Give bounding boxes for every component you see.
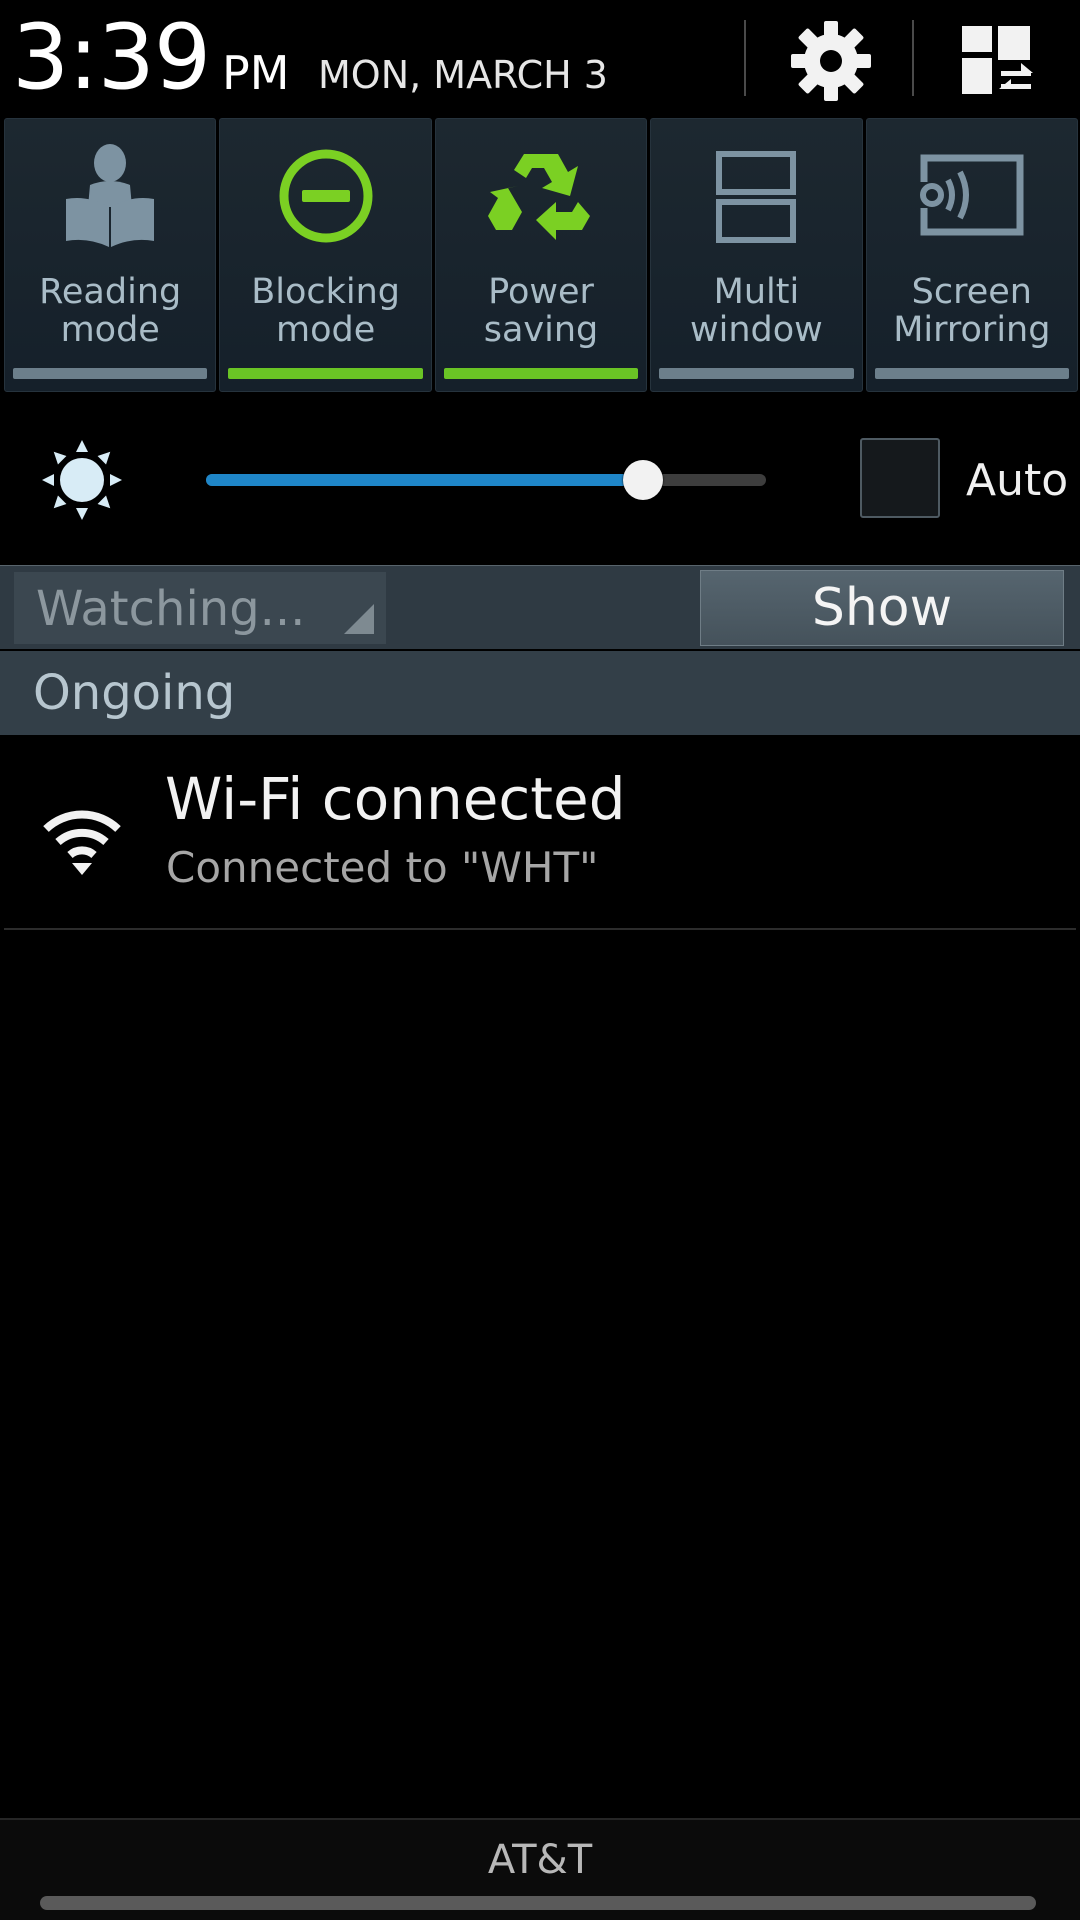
blocking-icon bbox=[279, 149, 373, 243]
slider-fill bbox=[206, 474, 643, 486]
toggle-label: Power saving bbox=[483, 272, 599, 350]
notification-subtitle: Connected to "WHT" bbox=[166, 843, 599, 892]
watching-dropdown-text: Watching... bbox=[36, 581, 306, 637]
dropdown-corner-icon bbox=[344, 604, 374, 634]
screen-mirroring-icon bbox=[919, 154, 1024, 236]
settings-button[interactable] bbox=[786, 16, 876, 106]
divider bbox=[4, 928, 1076, 930]
quick-settings-toggles: Reading mode Blocking mode Power saving bbox=[4, 118, 1079, 392]
toggle-indicator bbox=[443, 368, 639, 379]
notification-title: Wi-Fi connected bbox=[165, 765, 626, 833]
header-divider bbox=[744, 20, 746, 96]
brightness-slider[interactable] bbox=[206, 460, 766, 500]
watching-dropdown[interactable]: Watching... bbox=[14, 572, 386, 644]
date-label: MON, MARCH 3 bbox=[318, 53, 608, 97]
panel-drag-handle[interactable] bbox=[40, 1896, 1036, 1910]
status-header: 3:39 PM MON, MARCH 3 bbox=[0, 0, 1080, 115]
toggle-indicator bbox=[13, 368, 208, 379]
reading-person-icon bbox=[66, 144, 155, 247]
toggle-indicator bbox=[874, 368, 1070, 379]
carrier-label: AT&T bbox=[487, 1837, 593, 1883]
ongoing-section-header: Ongoing bbox=[0, 651, 1080, 735]
toggle-multi-window[interactable]: Multi window bbox=[650, 118, 863, 392]
edit-toggles-button[interactable] bbox=[952, 16, 1042, 106]
toggle-blocking-mode[interactable]: Blocking mode bbox=[219, 118, 432, 392]
toggle-power-saving[interactable]: Power saving bbox=[434, 118, 648, 392]
slider-thumb[interactable] bbox=[622, 460, 663, 500]
toggle-indicator bbox=[228, 368, 423, 379]
notification-wifi-connected[interactable]: Wi-Fi connected Connected to "WHT" bbox=[0, 735, 1080, 930]
grid-edit-icon bbox=[962, 26, 1033, 94]
show-button-label: Show bbox=[811, 578, 953, 638]
auto-brightness-checkbox[interactable] bbox=[860, 438, 940, 518]
sun-icon bbox=[42, 440, 122, 520]
brightness-control: Auto bbox=[0, 420, 1080, 540]
section-title: Ongoing bbox=[33, 665, 236, 721]
gear-icon bbox=[791, 21, 871, 101]
auto-brightness-label: Auto bbox=[966, 455, 1069, 506]
recycle-icon bbox=[488, 154, 591, 240]
toggle-screen-mirroring[interactable]: Screen Mirroring bbox=[865, 118, 1079, 392]
toggle-label: Blocking mode bbox=[251, 272, 400, 350]
wifi-icon bbox=[43, 810, 121, 875]
toggle-label: Screen Mirroring bbox=[893, 272, 1051, 350]
show-button[interactable]: Show bbox=[700, 570, 1064, 646]
toggle-reading-mode[interactable]: Reading mode bbox=[4, 118, 217, 392]
multi-window-icon bbox=[716, 151, 797, 243]
toggle-label: Multi window bbox=[690, 272, 823, 350]
watching-bar: Watching... Show bbox=[0, 565, 1080, 649]
carrier-bar: AT&T bbox=[0, 1818, 1080, 1920]
clock-time: 3:39 bbox=[12, 5, 211, 110]
clock-ampm: PM bbox=[222, 46, 290, 100]
toggle-label: Reading mode bbox=[39, 272, 182, 350]
header-divider bbox=[912, 20, 914, 96]
toggle-indicator bbox=[659, 368, 854, 379]
